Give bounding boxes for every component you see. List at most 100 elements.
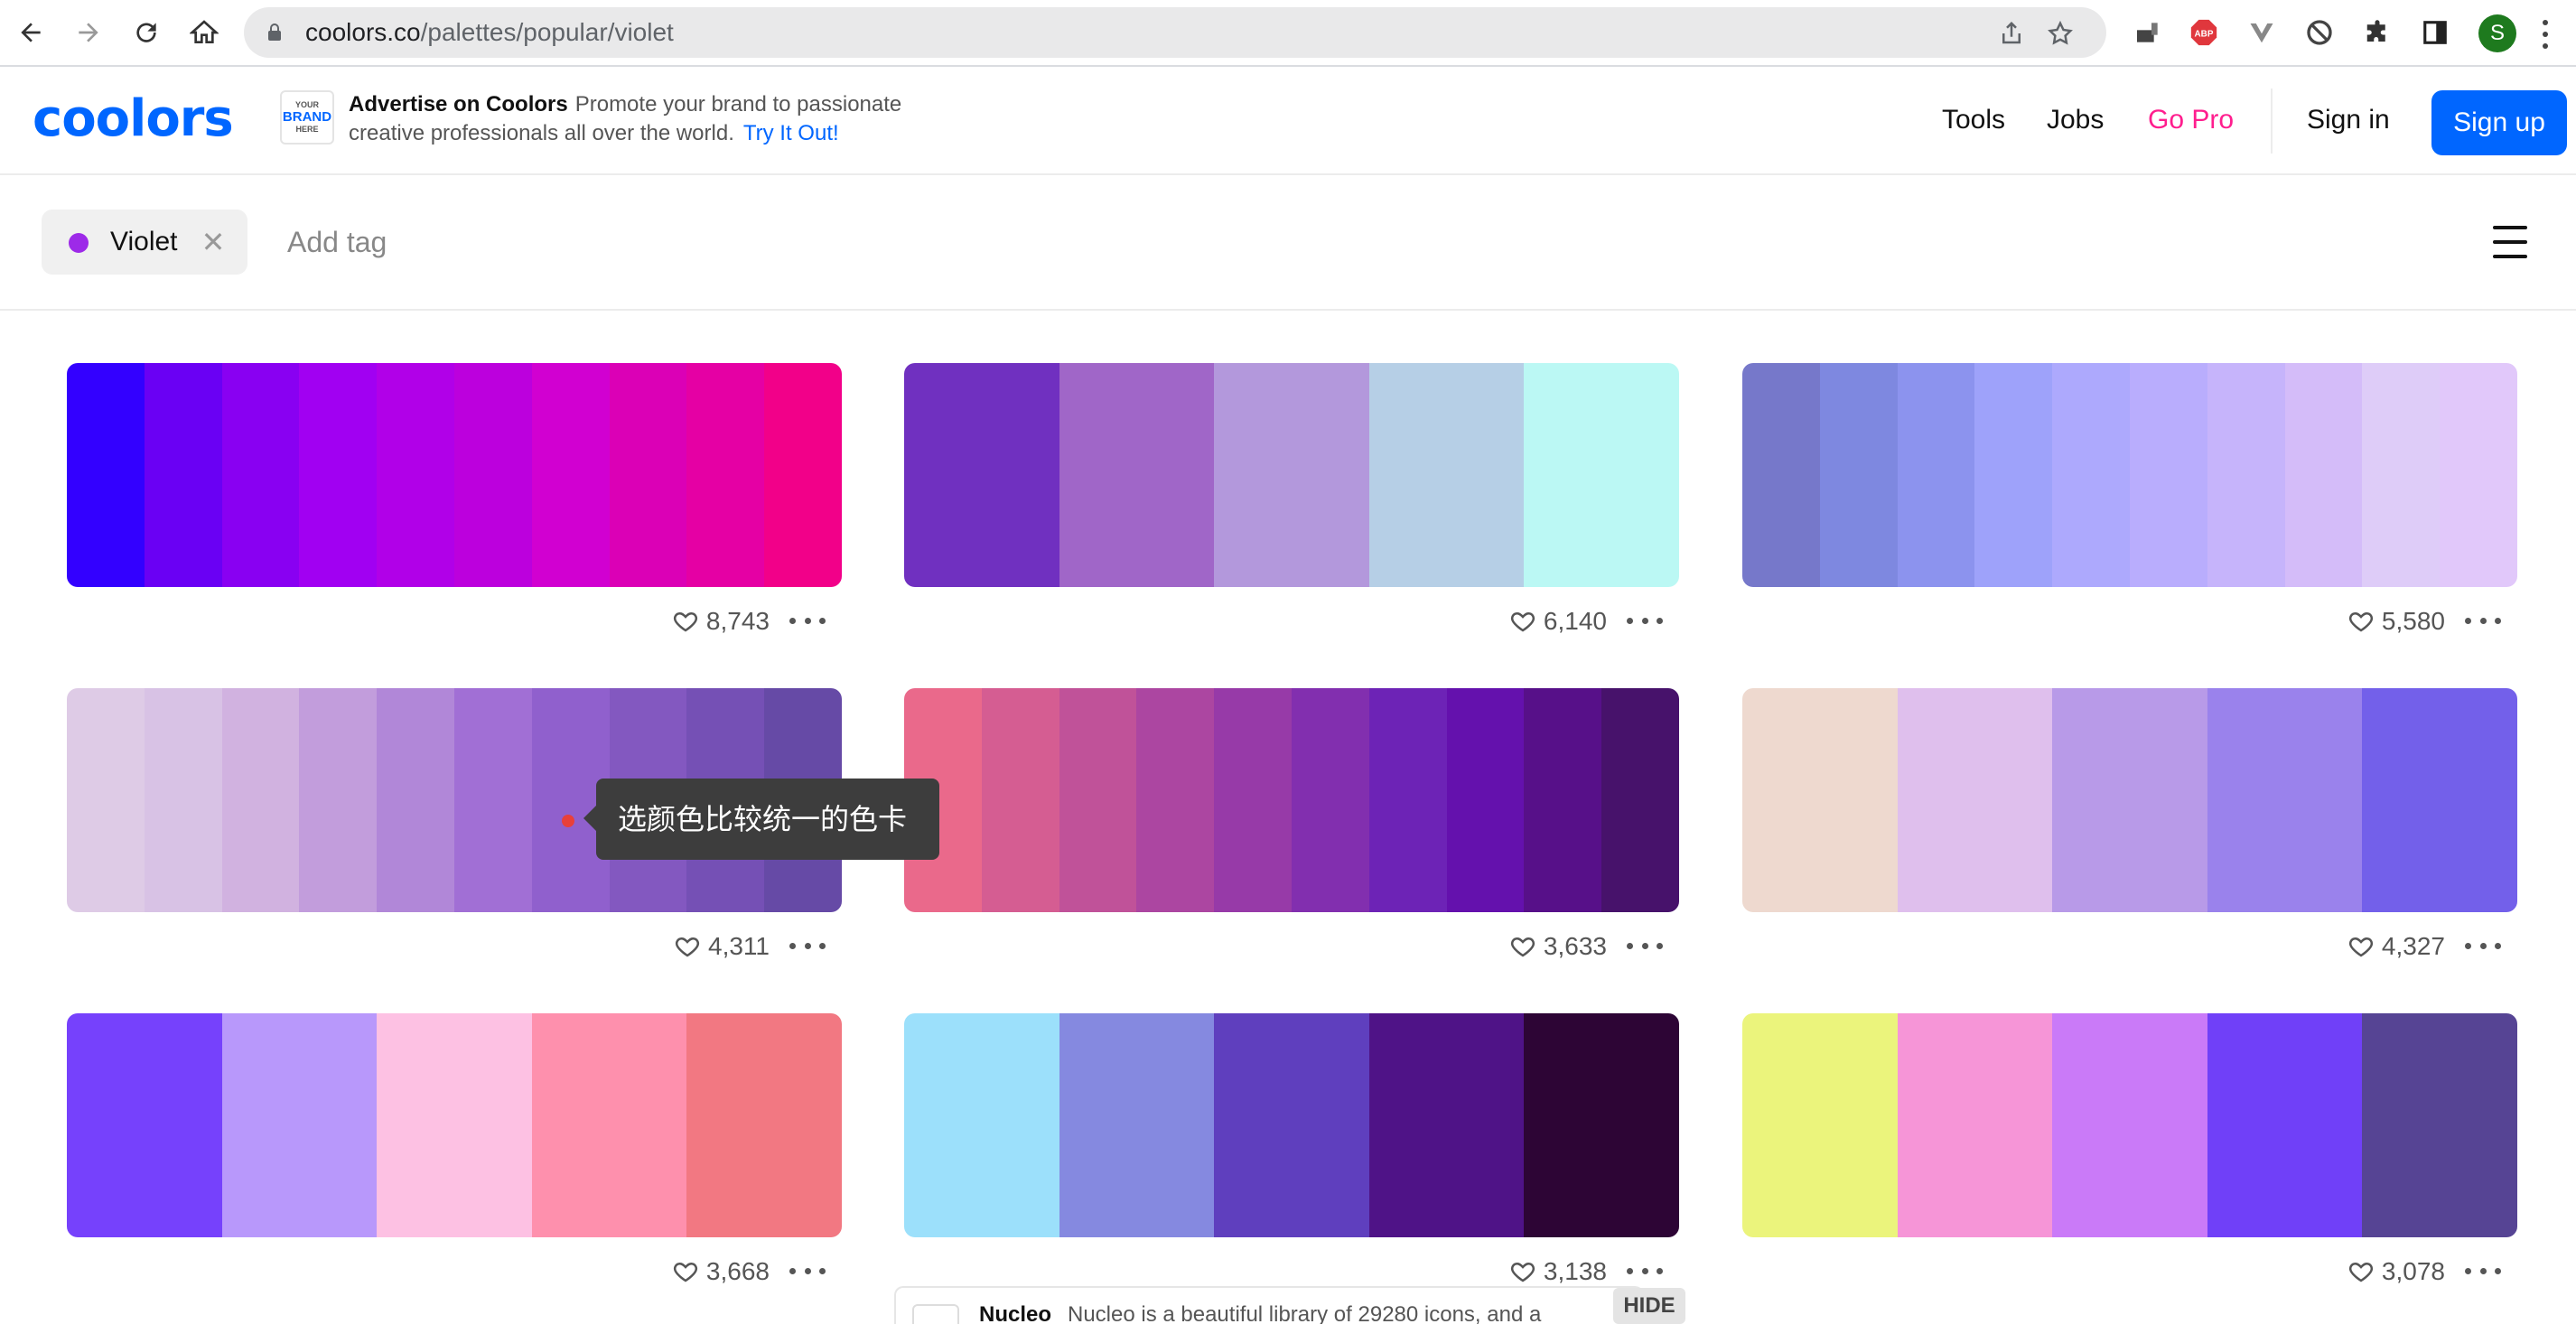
extension-tool-icon[interactable] <box>2132 16 2164 49</box>
color-swatch[interactable] <box>2362 688 2517 912</box>
color-swatch[interactable] <box>1136 688 1215 912</box>
add-tag-input[interactable]: Add tag <box>287 210 387 275</box>
home-icon[interactable] <box>184 13 224 52</box>
color-swatch[interactable] <box>1601 688 1679 912</box>
palette-card[interactable]: 3,138 <box>904 1013 1679 1310</box>
color-swatch[interactable] <box>377 1013 532 1237</box>
color-swatch[interactable] <box>1291 688 1369 912</box>
color-swatch[interactable] <box>1368 1013 1525 1237</box>
palette-card[interactable]: 5,580 <box>1742 363 2517 659</box>
browser-menu-icon[interactable] <box>2538 16 2553 52</box>
hide-ad-button[interactable]: HIDE <box>1613 1288 1685 1324</box>
color-swatch[interactable] <box>1446 688 1525 912</box>
ad-try-link[interactable]: Try It Out! <box>743 121 839 145</box>
puzzle-extensions-icon[interactable] <box>2361 16 2394 49</box>
color-swatch[interactable] <box>1524 688 1602 912</box>
color-swatch[interactable] <box>1742 1013 1898 1237</box>
color-swatch[interactable] <box>2207 1013 2363 1237</box>
color-swatch[interactable] <box>377 688 454 912</box>
address-bar[interactable]: coolors.co/palettes/popular/violet <box>244 7 2106 58</box>
palette-swatches[interactable] <box>1742 363 2517 587</box>
color-swatch[interactable] <box>67 363 145 587</box>
more-options-icon[interactable] <box>2465 943 2501 952</box>
like-button[interactable]: 8,743 <box>672 607 770 636</box>
tag-chip-violet[interactable]: Violet ✕ <box>42 210 247 275</box>
color-swatch[interactable] <box>1059 1013 1215 1237</box>
sign-in-link[interactable]: Sign in <box>2307 105 2390 135</box>
palette-swatches[interactable] <box>67 363 842 587</box>
color-swatch[interactable] <box>2129 363 2207 587</box>
palette-swatches[interactable] <box>1742 688 2517 912</box>
color-swatch[interactable] <box>2362 1013 2517 1237</box>
color-swatch[interactable] <box>686 363 765 587</box>
color-swatch[interactable] <box>299 363 378 587</box>
more-options-icon[interactable] <box>789 943 826 952</box>
color-swatch[interactable] <box>144 363 222 587</box>
blocked-extension-icon[interactable] <box>2303 16 2336 49</box>
more-options-icon[interactable] <box>1627 618 1663 627</box>
like-button[interactable]: 3,633 <box>1509 932 1607 961</box>
vue-devtools-icon[interactable] <box>2245 16 2278 49</box>
more-options-icon[interactable] <box>1627 1268 1663 1277</box>
color-swatch[interactable] <box>2052 363 2130 587</box>
like-button[interactable]: 4,311 <box>674 932 770 961</box>
ad-title[interactable]: Advertise on Coolors <box>349 92 568 117</box>
like-button[interactable]: 3,078 <box>2347 1257 2445 1286</box>
color-swatch[interactable] <box>1214 363 1369 587</box>
sign-up-button[interactable]: Sign up <box>2431 90 2567 155</box>
more-options-icon[interactable] <box>1627 943 1663 952</box>
more-options-icon[interactable] <box>2465 618 2501 627</box>
palette-card[interactable]: 4,327 <box>1742 688 2517 984</box>
color-swatch[interactable] <box>67 688 145 912</box>
share-icon[interactable] <box>1998 20 2025 47</box>
more-options-icon[interactable] <box>789 1268 826 1277</box>
palette-swatches[interactable] <box>904 363 1679 587</box>
palette-swatches[interactable] <box>67 1013 842 1237</box>
color-swatch[interactable] <box>1368 363 1525 587</box>
color-swatch[interactable] <box>221 363 300 587</box>
bottom-ad-banner[interactable]: Nucleo Nucleo is a beautiful library of … <box>894 1286 1644 1324</box>
color-swatch[interactable] <box>531 363 610 587</box>
color-swatch[interactable] <box>1368 688 1447 912</box>
more-options-icon[interactable] <box>2465 1268 2501 1277</box>
color-swatch[interactable] <box>2207 688 2363 912</box>
palette-swatches[interactable] <box>904 1013 1679 1237</box>
palette-card[interactable]: 6,140 <box>904 363 1679 659</box>
palette-card[interactable]: 8,743 <box>67 363 842 659</box>
color-swatch[interactable] <box>221 688 300 912</box>
color-swatch[interactable] <box>1897 363 1975 587</box>
color-swatch[interactable] <box>1897 688 2053 912</box>
color-swatch[interactable] <box>2362 363 2441 587</box>
color-swatch[interactable] <box>1742 688 1898 912</box>
color-swatch[interactable] <box>2052 1013 2207 1237</box>
color-swatch[interactable] <box>1974 363 2053 587</box>
color-swatch[interactable] <box>1059 688 1137 912</box>
forward-arrow-icon[interactable] <box>69 13 108 52</box>
color-swatch[interactable] <box>1059 363 1215 587</box>
palette-swatches[interactable] <box>904 688 1679 912</box>
color-swatch[interactable] <box>1897 1013 2053 1237</box>
color-swatch[interactable] <box>904 1013 1059 1237</box>
remove-tag-icon[interactable]: ✕ <box>195 224 231 260</box>
color-swatch[interactable] <box>67 1013 222 1237</box>
palette-card[interactable]: 3,078 <box>1742 1013 2517 1310</box>
side-panel-icon[interactable] <box>2419 16 2451 49</box>
color-swatch[interactable] <box>1742 363 1820 587</box>
bookmark-star-icon[interactable] <box>2047 20 2074 47</box>
color-swatch[interactable] <box>764 363 842 587</box>
color-swatch[interactable] <box>2440 363 2517 587</box>
color-swatch[interactable] <box>531 1013 687 1237</box>
color-swatch[interactable] <box>299 688 378 912</box>
color-swatch[interactable] <box>1524 1013 1679 1237</box>
reload-icon[interactable] <box>126 13 166 52</box>
color-swatch[interactable] <box>1819 363 1898 587</box>
color-swatch[interactable] <box>453 688 532 912</box>
color-swatch[interactable] <box>377 363 454 587</box>
nav-go-pro[interactable]: Go Pro <box>2148 105 2234 135</box>
like-button[interactable]: 3,668 <box>672 1257 770 1286</box>
color-swatch[interactable] <box>981 688 1059 912</box>
coolors-logo[interactable]: coolors <box>33 92 234 146</box>
color-swatch[interactable] <box>453 363 532 587</box>
like-button[interactable]: 3,138 <box>1509 1257 1607 1286</box>
nav-tools[interactable]: Tools <box>1942 105 2005 135</box>
